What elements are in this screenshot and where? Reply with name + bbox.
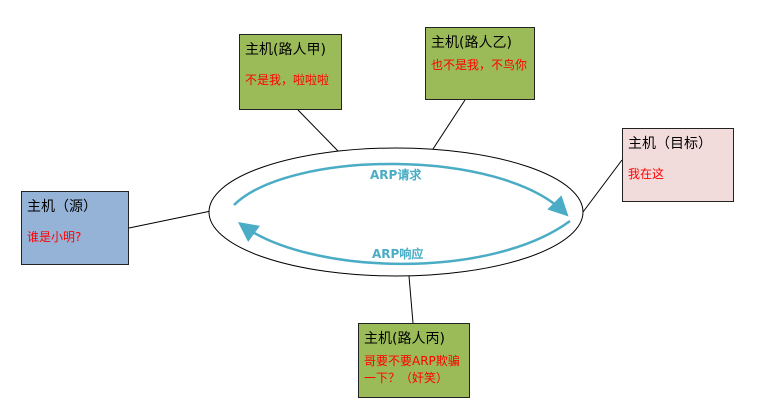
request-label: ARP请求 xyxy=(370,168,422,182)
node-passer-c-title: 主机(路人丙) xyxy=(364,331,445,347)
node-passer-c: 主机(路人丙) 哥要不要ARP欺骗一下？（奸笑） xyxy=(358,323,470,398)
node-source: 主机（源） 谁是小明? xyxy=(21,191,129,265)
link-target xyxy=(582,159,623,213)
node-passer-a: 主机(路人甲) 不是我，啦啦啦 xyxy=(239,34,342,110)
node-target: 主机（目标） 我在这 xyxy=(622,128,734,202)
node-target-message: 我在这 xyxy=(628,167,665,181)
node-passer-c-message: 哥要不要ARP欺骗一下？（奸笑） xyxy=(364,354,460,385)
node-passer-b: 主机(路人乙) 也不是我，不鸟你 xyxy=(425,27,535,100)
node-passer-b-title: 主机(路人乙) xyxy=(431,35,512,51)
node-passer-b-message: 也不是我，不鸟你 xyxy=(431,58,528,72)
node-passer-a-message: 不是我，啦啦啦 xyxy=(245,73,330,87)
link-source xyxy=(128,210,212,229)
link-passer-c xyxy=(408,275,414,324)
node-target-title: 主机（目标） xyxy=(628,136,712,152)
node-source-message: 谁是小明? xyxy=(27,230,82,244)
link-passer-b xyxy=(432,99,466,150)
node-passer-a-title: 主机(路人甲) xyxy=(245,42,326,58)
link-passer-a xyxy=(297,109,339,152)
node-source-title: 主机（源） xyxy=(27,199,97,215)
reply-label: ARP响应 xyxy=(372,247,424,261)
